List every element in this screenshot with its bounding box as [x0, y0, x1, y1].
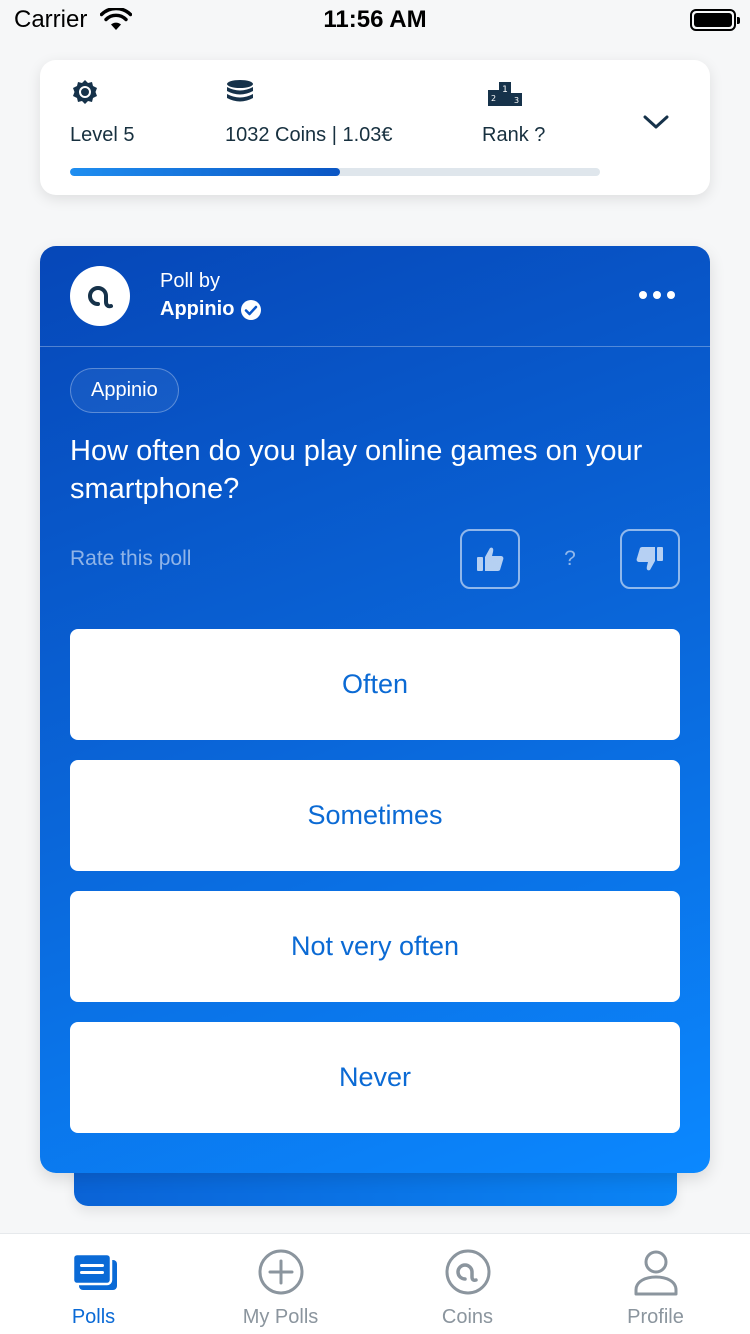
poll-card: Poll by Appinio Appinio How often do you…	[40, 246, 710, 1173]
poll-author-name[interactable]: Appinio	[160, 298, 234, 321]
tab-coins[interactable]: Coins	[374, 1234, 561, 1334]
coins-stat: 1032 Coins | 1.03€	[225, 78, 393, 146]
author-avatar[interactable]	[70, 266, 130, 326]
answer-option-often[interactable]: Often	[70, 629, 680, 740]
level-label: Level 5	[70, 124, 135, 146]
bottom-tab-bar: Polls My Polls Coins Profile	[0, 1233, 750, 1334]
coins-stack-icon	[227, 80, 253, 102]
user-stats-card: Level 5 1032 Coins | 1.03€ 1 2 3 Rank ?	[40, 60, 710, 195]
appinio-logo-icon	[88, 286, 113, 309]
poll-by-label: Poll by	[160, 270, 221, 292]
person-icon	[634, 1250, 678, 1296]
tab-profile[interactable]: Profile	[562, 1234, 749, 1334]
level-stat: Level 5	[70, 78, 135, 146]
svg-text:1: 1	[502, 85, 508, 95]
poll-header: Poll by Appinio	[40, 246, 710, 347]
tab-my-polls[interactable]: My Polls	[187, 1234, 374, 1334]
level-badge-icon	[73, 80, 97, 104]
thumbs-up-button[interactable]	[460, 529, 520, 589]
rank-stat: 1 2 3 Rank ?	[482, 78, 545, 146]
poll-tag[interactable]: Appinio	[70, 368, 179, 413]
svg-text:2: 2	[491, 94, 496, 103]
tab-profile-label: Profile	[627, 1306, 684, 1328]
add-circle-icon	[258, 1249, 304, 1295]
level-progress-bar	[70, 168, 600, 176]
thumbs-down-button[interactable]	[620, 529, 680, 589]
thumbs-down-icon	[636, 547, 663, 571]
polls-icon	[71, 1252, 117, 1290]
tab-my-polls-label: My Polls	[242, 1306, 319, 1328]
tab-polls[interactable]: Polls	[0, 1234, 187, 1334]
poll-question: How often do you play online games on yo…	[70, 435, 643, 505]
rating-count: ?	[564, 547, 576, 570]
status-time: 11:56 AM	[323, 6, 427, 33]
tab-polls-label: Polls	[71, 1306, 116, 1328]
expand-chevron-icon[interactable]	[642, 112, 670, 132]
verified-check-icon	[241, 300, 261, 320]
answer-option-not-very-often[interactable]: Not very often	[70, 891, 680, 1002]
tab-coins-label: Coins	[441, 1306, 494, 1328]
battery-icon	[690, 9, 740, 31]
coins-at-icon	[445, 1249, 491, 1295]
svg-text:3: 3	[514, 96, 519, 105]
answer-option-sometimes[interactable]: Sometimes	[70, 760, 680, 871]
level-progress-fill	[70, 168, 341, 176]
rate-poll-label: Rate this poll	[70, 547, 192, 570]
status-bar: Carrier 11:56 AM	[0, 0, 750, 40]
thumbs-up-icon	[477, 547, 504, 571]
rank-label: Rank ?	[482, 124, 546, 146]
coins-label: 1032 Coins | 1.03€	[225, 124, 393, 146]
answer-option-never[interactable]: Never	[70, 1022, 680, 1133]
podium-icon: 1 2 3	[488, 82, 522, 106]
more-options-icon[interactable]	[638, 290, 676, 300]
